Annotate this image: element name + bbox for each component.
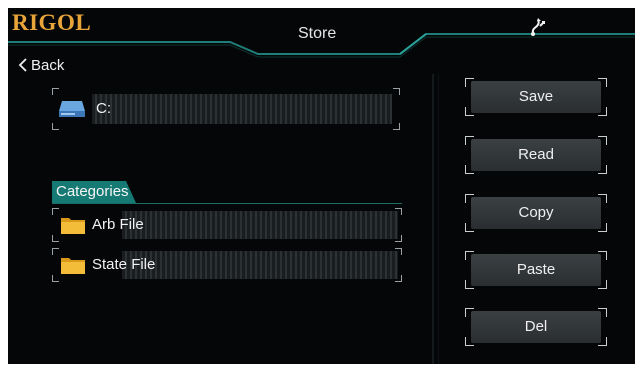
- page-title: Store: [298, 25, 337, 42]
- folder-icon: [61, 258, 85, 274]
- panel-divider-shadow: [438, 74, 439, 364]
- corner-mark: [52, 123, 59, 130]
- categories-underline: [52, 203, 402, 204]
- back-label: Back: [31, 56, 65, 74]
- corner-mark: [52, 235, 59, 242]
- category-label: Arb File: [92, 216, 144, 233]
- paste-label: Paste: [516, 261, 556, 278]
- corner-mark: [393, 88, 400, 95]
- read-label: Read: [518, 146, 554, 163]
- row-pattern: [122, 211, 398, 239]
- category-label: State File: [92, 256, 156, 273]
- chevron-left-icon: [18, 58, 27, 72]
- drive-row-pattern: [92, 94, 392, 124]
- drive-c[interactable]: C:: [52, 88, 400, 130]
- category-arb-file[interactable]: Arb File: [52, 208, 402, 242]
- corner-mark: [52, 88, 59, 95]
- corner-mark: [52, 248, 59, 255]
- panel-divider: [432, 74, 434, 364]
- del-label: Del: [524, 318, 548, 335]
- rigol-logo: RIGOL: [12, 10, 92, 35]
- copy-button[interactable]: Copy: [465, 194, 607, 232]
- corner-mark: [395, 275, 402, 282]
- corner-mark: [52, 208, 59, 215]
- drive-label: C:: [96, 100, 111, 117]
- corner-mark: [395, 208, 402, 215]
- folder-icon: [61, 218, 85, 234]
- copy-label: Copy: [518, 204, 554, 221]
- back-button[interactable]: Back: [18, 53, 64, 77]
- save-label: Save: [518, 88, 554, 105]
- usb-icon: [531, 18, 545, 36]
- hard-drive-icon: [59, 101, 85, 117]
- categories-label: Categories: [56, 183, 129, 200]
- categories-tab: Categories: [52, 181, 136, 203]
- row-pattern: [122, 251, 398, 279]
- del-button[interactable]: Del: [465, 308, 607, 346]
- paste-button[interactable]: Paste: [465, 251, 607, 289]
- corner-mark: [395, 235, 402, 242]
- save-button[interactable]: Save: [465, 78, 607, 116]
- corner-mark: [52, 275, 59, 282]
- category-state-file[interactable]: State File: [52, 248, 402, 282]
- corner-mark: [395, 248, 402, 255]
- read-button[interactable]: Read: [465, 136, 607, 174]
- store-screen: RIGOL Store Back C: Categories Arb File …: [8, 8, 635, 364]
- corner-mark: [393, 123, 400, 130]
